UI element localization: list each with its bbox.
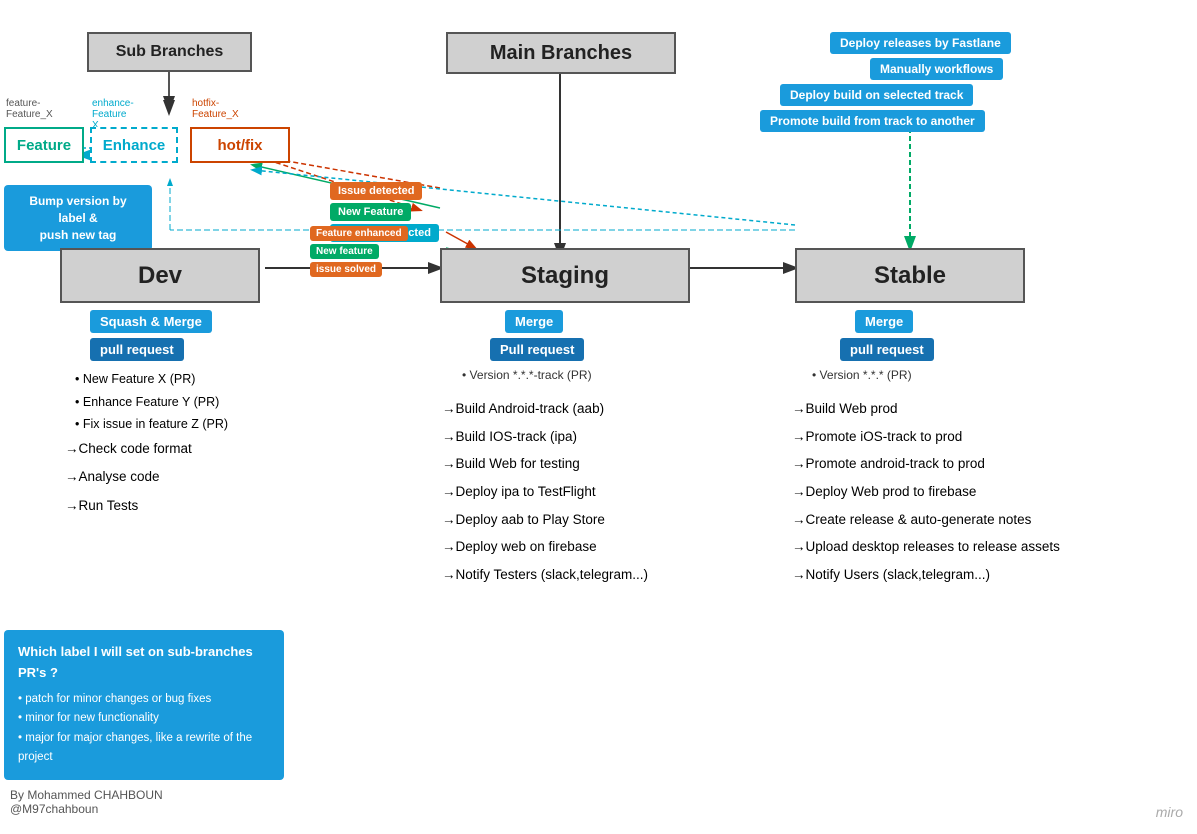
- feature-box: Feature: [4, 127, 84, 163]
- stable-pr-label: • Version *.*.* (PR): [812, 368, 912, 382]
- sub-branches-box: Sub Branches: [87, 32, 252, 72]
- hotfix-label: hotfix-Feature_X: [192, 98, 239, 120]
- dev-pr-items: • New Feature X (PR) • Enhance Feature Y…: [75, 368, 228, 436]
- diagram-container: Sub Branches Main Branches feature-Featu…: [0, 0, 1197, 834]
- footer: By Mohammed CHAHBOUN @M97chahboun: [10, 788, 163, 816]
- stable-list: →Build Web prod →Promote iOS-track to pr…: [792, 395, 1060, 589]
- merge-staging-badge: Merge: [505, 310, 563, 333]
- merge-stable-badge: Merge: [855, 310, 913, 333]
- feature-label: feature-Feature_X: [6, 98, 53, 120]
- info-box: Which label I will set on sub-branches P…: [4, 630, 284, 780]
- deploy-build-badge: Deploy build on selected track: [780, 84, 973, 106]
- manually-workflows-badge: Manually workflows: [870, 58, 1003, 80]
- staging-list: →Build Android-track (aab) →Build IOS-tr…: [442, 395, 648, 589]
- promote-build-badge: Promote build from track to another: [760, 110, 985, 132]
- pull-request-dev-badge: pull request: [90, 338, 184, 361]
- main-branches-box: Main Branches: [446, 32, 676, 74]
- new-feature-badge: New Feature: [330, 203, 411, 221]
- issue-solved-badge: issue solved: [310, 262, 382, 277]
- hotfix-box: hot/fix: [190, 127, 290, 163]
- squash-merge-badge: Squash & Merge: [90, 310, 212, 333]
- miro-label: miro: [1156, 804, 1183, 820]
- dev-list: →Check code format →Analyse code →Run Te…: [65, 435, 192, 520]
- staging-box: Staging: [440, 248, 690, 303]
- pull-request-stable-badge: pull request: [840, 338, 934, 361]
- enhance-box: Enhance: [90, 127, 178, 163]
- deploy-fastlane-badge: Deploy releases by Fastlane: [830, 32, 1011, 54]
- bump-version-box: Bump version by label & push new tag: [4, 185, 152, 251]
- new-feature2-badge: New feature: [310, 244, 379, 259]
- issue-detected-badge: Issue detected: [330, 182, 422, 200]
- pull-request-staging-badge: Pull request: [490, 338, 584, 361]
- feature-enhanced-badge: Feature enhanced: [310, 226, 408, 241]
- stable-box: Stable: [795, 248, 1025, 303]
- dev-box: Dev: [60, 248, 260, 303]
- staging-pr-label: • Version *.*.*-track (PR): [462, 368, 592, 382]
